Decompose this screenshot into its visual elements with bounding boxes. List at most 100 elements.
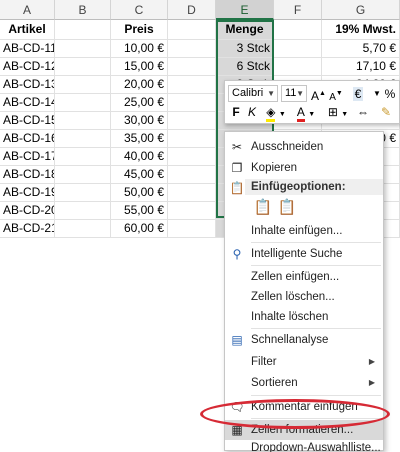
- cell-f[interactable]: [274, 58, 322, 76]
- cell-artikel[interactable]: AB-CD-14: [0, 94, 55, 112]
- menu-item-comment-label: Kommentar einfügen: [251, 401, 358, 413]
- cell-d[interactable]: [168, 76, 216, 94]
- menu-item-smart-lookup[interactable]: ⚲ Intelligente Suche: [225, 244, 383, 264]
- cell-b[interactable]: [55, 148, 111, 166]
- cell-b[interactable]: [55, 76, 111, 94]
- cell-d-header[interactable]: [168, 20, 216, 40]
- header-menge[interactable]: Menge: [216, 20, 274, 40]
- cell-artikel[interactable]: AB-CD-21: [0, 220, 55, 238]
- column-header-e[interactable]: E: [216, 0, 274, 20]
- cell-preis[interactable]: 45,00 €: [111, 166, 168, 184]
- menu-item-dropdown-list[interactable]: Dropdown-Auswahlliste...: [225, 440, 383, 452]
- cell-d[interactable]: [168, 184, 216, 202]
- currency-format-button[interactable]: €: [347, 85, 369, 103]
- menu-item-smart-lookup-label: Intelligente Suche: [251, 248, 343, 260]
- menu-item-quick-analysis-label: Schnellanalyse: [251, 334, 329, 346]
- column-header-f[interactable]: F: [274, 0, 322, 20]
- menu-item-quick-analysis[interactable]: ▤ Schnellanalyse: [225, 330, 383, 350]
- chevron-down-icon[interactable]: ▼: [371, 85, 383, 103]
- header-artikel[interactable]: Artikel: [0, 20, 55, 40]
- cell-mwst[interactable]: 5,70 €: [322, 40, 400, 58]
- cell-d[interactable]: [168, 220, 216, 238]
- cell-d[interactable]: [168, 40, 216, 58]
- menu-item-delete[interactable]: Zellen löschen...: [225, 287, 383, 307]
- cell-b[interactable]: [55, 94, 111, 112]
- cell-f-header[interactable]: [274, 20, 322, 40]
- menu-item-comment[interactable]: 🗨 Kommentar einfügen: [225, 397, 383, 417]
- percent-format-button[interactable]: %: [383, 85, 397, 103]
- menu-item-copy[interactable]: ❐ Kopieren: [225, 158, 383, 178]
- cell-b[interactable]: [55, 166, 111, 184]
- cell-b[interactable]: [55, 130, 111, 148]
- column-header-b[interactable]: B: [55, 0, 111, 20]
- shrink-font-button[interactable]: A▼: [329, 85, 343, 103]
- cell-preis[interactable]: 15,00 €: [111, 58, 168, 76]
- paste-values-button[interactable]: 📋: [277, 198, 297, 218]
- font-color-button[interactable]: A ▼: [293, 103, 319, 122]
- font-size-dropdown[interactable]: 11 ▼: [281, 85, 307, 102]
- cell-b[interactable]: [55, 202, 111, 220]
- grow-font-button[interactable]: A▲: [311, 85, 326, 103]
- cell-mwst[interactable]: 17,10 €: [322, 58, 400, 76]
- menu-item-format-cells[interactable]: ▦ Zellen formatieren...: [225, 420, 383, 440]
- font-name-value: Calibri: [232, 87, 264, 99]
- cell-preis[interactable]: 50,00 €: [111, 184, 168, 202]
- cell-d[interactable]: [168, 112, 216, 130]
- cell-artikel[interactable]: AB-CD-13: [0, 76, 55, 94]
- cell-artikel[interactable]: AB-CD-17: [0, 148, 55, 166]
- cell-preis[interactable]: 25,00 €: [111, 94, 168, 112]
- menu-item-sort[interactable]: Sortieren ▶: [225, 373, 383, 393]
- column-header-a[interactable]: A: [0, 0, 55, 20]
- cell-b[interactable]: [55, 112, 111, 130]
- cell-preis[interactable]: 40,00 €: [111, 148, 168, 166]
- cell-artikel[interactable]: AB-CD-20: [0, 202, 55, 220]
- paste-icon-button[interactable]: 📋: [253, 198, 273, 218]
- cell-d[interactable]: [168, 58, 216, 76]
- cell-f[interactable]: [274, 40, 322, 58]
- cell-preis[interactable]: 60,00 €: [111, 220, 168, 238]
- cell-d[interactable]: [168, 166, 216, 184]
- header-mwst[interactable]: 19% Mwst.: [322, 20, 400, 40]
- cell-preis[interactable]: 20,00 €: [111, 76, 168, 94]
- cell-artikel[interactable]: AB-CD-15: [0, 112, 55, 130]
- menu-item-clear-label: Inhalte löschen: [251, 311, 329, 323]
- cell-preis[interactable]: 35,00 €: [111, 130, 168, 148]
- cell-b[interactable]: [55, 40, 111, 58]
- cell-d[interactable]: [168, 94, 216, 112]
- column-header-d[interactable]: D: [168, 0, 216, 20]
- cell-b[interactable]: [55, 58, 111, 76]
- cell-b-header[interactable]: [55, 20, 111, 40]
- cell-artikel[interactable]: AB-CD-18: [0, 166, 55, 184]
- cell-b[interactable]: [55, 220, 111, 238]
- cell-preis[interactable]: 30,00 €: [111, 112, 168, 130]
- cell-artikel[interactable]: AB-CD-16: [0, 130, 55, 148]
- chevron-right-icon: ▶: [368, 378, 375, 387]
- merge-cells-button[interactable]: ⇔: [355, 103, 371, 121]
- header-preis[interactable]: Preis: [111, 20, 168, 40]
- format-painter-button[interactable]: ✎: [377, 103, 395, 121]
- cell-b[interactable]: [55, 184, 111, 202]
- cell-d[interactable]: [168, 130, 216, 148]
- menu-item-cut[interactable]: ✂ Ausschneiden: [225, 137, 383, 157]
- italic-button[interactable]: K: [245, 103, 259, 121]
- column-header-c[interactable]: C: [111, 0, 168, 20]
- menu-item-paste-special[interactable]: Inhalte einfügen...: [225, 221, 383, 241]
- menu-item-copy-label: Kopieren: [251, 162, 298, 174]
- menu-item-filter[interactable]: Filter ▶: [225, 352, 383, 372]
- cell-preis[interactable]: 10,00 €: [111, 40, 168, 58]
- cell-artikel[interactable]: AB-CD-19: [0, 184, 55, 202]
- cell-menge[interactable]: 6 Stck: [216, 58, 274, 76]
- cell-d[interactable]: [168, 148, 216, 166]
- cell-menge[interactable]: 3 Stck: [216, 40, 274, 58]
- cell-preis[interactable]: 55,00 €: [111, 202, 168, 220]
- menu-item-insert[interactable]: Zellen einfügen...: [225, 267, 383, 287]
- menu-item-clear[interactable]: Inhalte löschen: [225, 307, 383, 327]
- font-name-dropdown[interactable]: Calibri ▼: [228, 85, 278, 102]
- column-header-g[interactable]: G: [322, 0, 400, 20]
- cell-d[interactable]: [168, 202, 216, 220]
- cell-artikel[interactable]: AB-CD-12: [0, 58, 55, 76]
- borders-button[interactable]: ⊞ ▼: [325, 103, 351, 121]
- cell-artikel[interactable]: AB-CD-11: [0, 40, 55, 58]
- bold-button[interactable]: F: [229, 103, 243, 121]
- fill-color-button[interactable]: ◈ ▼: [263, 103, 289, 122]
